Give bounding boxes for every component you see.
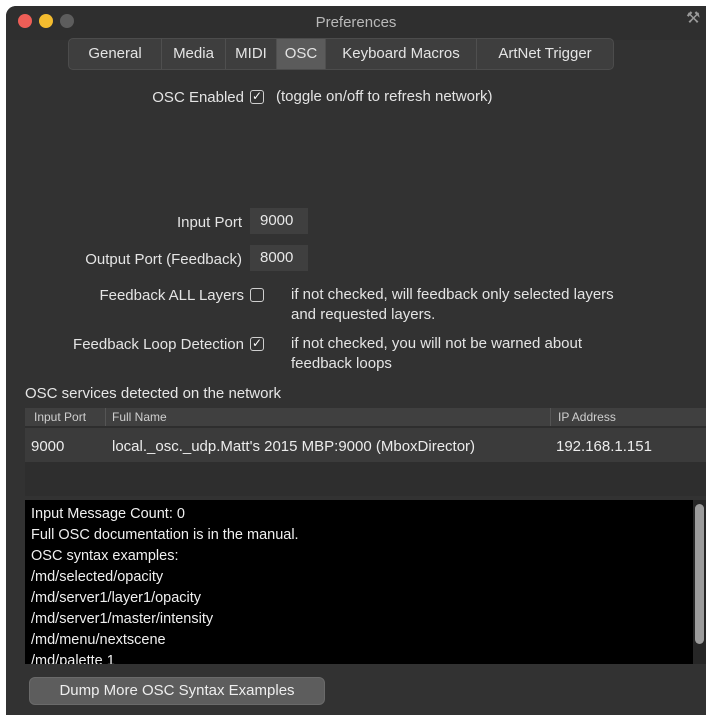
console-line: Input Message Count: 0 <box>31 506 185 522</box>
preferences-tab-bar: General Media MIDI OSC Keyboard Macros A… <box>68 38 614 70</box>
output-port-label: Output Port (Feedback) <box>85 251 242 268</box>
tab-keyboard-macros[interactable]: Keyboard Macros <box>326 39 477 69</box>
column-full-name[interactable]: Full Name <box>112 410 167 424</box>
output-port-field[interactable]: 8000 <box>250 245 308 271</box>
input-port-label: Input Port <box>176 214 242 231</box>
tab-osc[interactable]: OSC <box>277 39 326 69</box>
services-table-header: Input Port Full Name IP Address <box>25 408 706 426</box>
feedback-all-layers-hint-1: if not checked, will feedback only selec… <box>291 286 614 303</box>
feedback-loop-detection-hint-1: if not checked, you will not be warned a… <box>291 335 583 352</box>
service-ip-address: 192.168.1.151 <box>556 438 652 455</box>
tab-midi[interactable]: MIDI <box>226 39 277 69</box>
services-table: Input Port Full Name IP Address 9000 loc… <box>25 408 706 496</box>
console-line: /md/server1/layer1/opacity <box>31 590 202 606</box>
console-scrollbar[interactable] <box>693 500 706 664</box>
feedback-all-layers-checkbox[interactable] <box>250 288 264 302</box>
osc-enabled-hint: (toggle on/off to refresh network) <box>276 88 493 105</box>
osc-enabled-checkbox[interactable]: ✓ <box>250 90 264 104</box>
service-full-name: local._osc._udp.Matt's 2015 MBP:9000 (Mb… <box>112 438 476 455</box>
console-line: Full OSC documentation is in the manual. <box>31 527 299 543</box>
pin-icon: ⚒ <box>686 10 701 27</box>
preferences-window: Preferences ⚒ General Media MIDI OSC Key… <box>6 6 706 715</box>
feedback-loop-detection-label: Feedback Loop Detection <box>73 336 244 353</box>
title-bar: Preferences ⚒ <box>6 6 706 40</box>
console-line: /md/palette 1 <box>31 653 115 664</box>
column-divider <box>105 408 106 426</box>
tab-general[interactable]: General <box>69 39 162 69</box>
input-port-field[interactable]: 9000 <box>250 208 308 234</box>
console-line: OSC syntax examples: <box>31 548 179 564</box>
tab-media[interactable]: Media <box>162 39 226 69</box>
tab-artnet-trigger[interactable]: ArtNet Trigger <box>477 39 613 69</box>
console-line: /md/selected/opacity <box>31 569 164 585</box>
column-divider <box>550 408 551 426</box>
dump-more-osc-examples-button[interactable]: Dump More OSC Syntax Examples <box>29 677 325 705</box>
feedback-all-layers-label: Feedback ALL Layers <box>99 287 244 304</box>
table-row[interactable]: 9000 local._osc._udp.Matt's 2015 MBP:900… <box>25 428 706 462</box>
console-line: /md/menu/nextscene <box>31 632 166 648</box>
checkmark-icon: ✓ <box>251 89 263 103</box>
column-input-port[interactable]: Input Port <box>34 410 86 424</box>
osc-message-console[interactable]: Input Message Count: 0 Full OSC document… <box>25 500 693 664</box>
feedback-all-layers-hint-2: and requested layers. <box>291 306 436 323</box>
console-line: /md/server1/master/intensity <box>31 611 214 627</box>
console-scroll-thumb[interactable] <box>695 504 704 644</box>
osc-enabled-label: OSC Enabled <box>152 89 244 106</box>
column-ip-address[interactable]: IP Address <box>558 410 616 424</box>
checkmark-icon: ✓ <box>251 336 263 350</box>
feedback-loop-detection-checkbox[interactable]: ✓ <box>250 337 264 351</box>
feedback-loop-detection-hint-2: feedback loops <box>291 355 392 372</box>
services-section-title: OSC services detected on the network <box>25 385 281 402</box>
window-title: Preferences <box>315 14 397 31</box>
service-input-port: 9000 <box>31 438 65 455</box>
